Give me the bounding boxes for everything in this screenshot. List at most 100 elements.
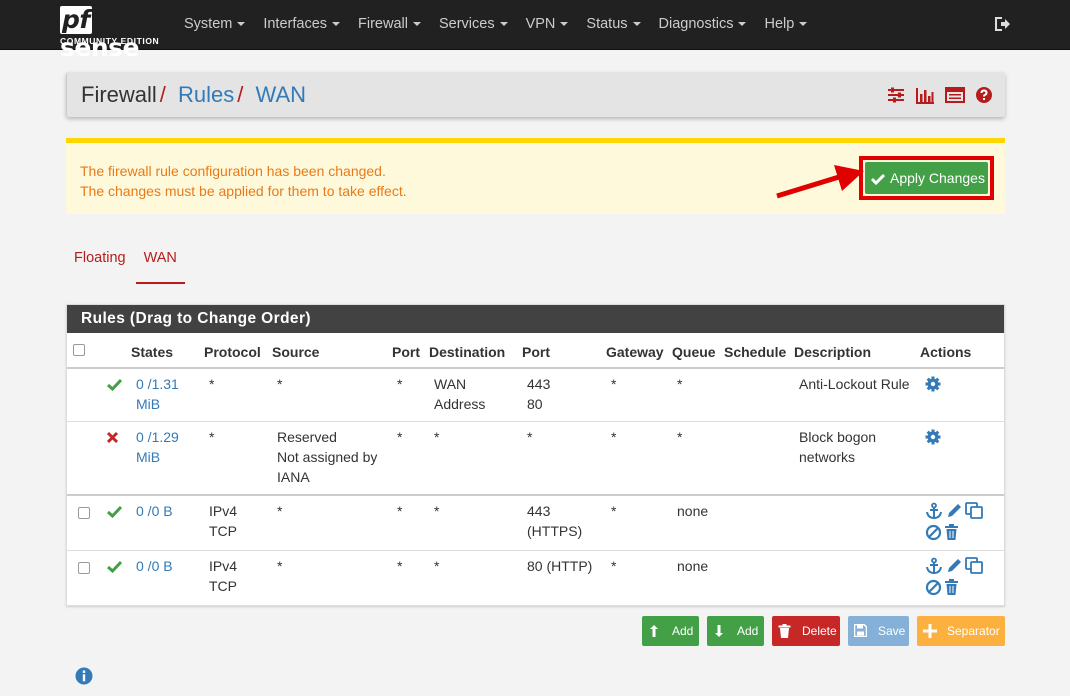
queue-value: * (677, 376, 683, 392)
breadcrumb-wan[interactable]: WAN (256, 82, 307, 107)
menu-status[interactable]: Status (586, 0, 658, 50)
col-source-port: Port (392, 344, 420, 360)
col-source: Source (272, 344, 320, 360)
anchor-icon[interactable] (925, 557, 943, 575)
col-schedule: Schedule (724, 344, 787, 360)
arrow-down-icon (715, 625, 723, 637)
pass-check-icon (107, 560, 122, 573)
breadcrumb-rules[interactable]: Rules (178, 82, 234, 107)
menu-interfaces[interactable]: Interfaces (263, 0, 358, 50)
copy-icon[interactable] (965, 557, 984, 575)
source-port-value: * (397, 376, 403, 392)
states-link[interactable]: 0 /0 B (136, 556, 173, 576)
menu-diagnostics[interactable]: Diagnostics (659, 0, 765, 50)
description-value: networks (799, 449, 856, 465)
logo-edition: COMMUNITY EDITION (60, 36, 160, 46)
check-icon (871, 173, 885, 185)
trash-icon (778, 624, 791, 638)
breadcrumb-separator: / (159, 82, 166, 107)
menu-firewall[interactable]: Firewall (358, 0, 439, 50)
destination-value: * (434, 429, 440, 445)
protocol-value: IPv4 (209, 503, 238, 519)
breadcrumb-panel: Firewall / Rules / WAN (66, 72, 1005, 117)
rules-panel: Rules (Drag to Change Order) States Prot… (66, 304, 1005, 606)
alert-line-1: The firewall rule configuration has been… (80, 163, 386, 179)
states-link[interactable]: MiB (136, 394, 160, 414)
caret-down-icon (332, 22, 341, 27)
interface-tabs: Floating WAN (66, 246, 185, 284)
description-value: Block bogon (799, 429, 877, 445)
pass-check-icon (107, 378, 122, 391)
destination-value: Address (434, 396, 486, 412)
col-destination: Destination (429, 344, 506, 360)
caret-down-icon (412, 22, 421, 27)
states-link[interactable]: 0 /1.31 (136, 374, 179, 394)
floppy-disk-icon (854, 624, 867, 637)
sliders-icon[interactable] (887, 86, 905, 104)
gateway-value: * (611, 558, 617, 574)
col-protocol: Protocol (204, 344, 261, 360)
menu-services[interactable]: Services (439, 0, 526, 50)
menu-system[interactable]: System (184, 0, 263, 50)
logout-icon[interactable] (993, 15, 1011, 33)
add-bottom-button[interactable]: Add (707, 616, 764, 646)
col-description: Description (794, 344, 872, 360)
dest-port-value: (HTTPS) (527, 523, 583, 539)
menu-vpn[interactable]: VPN (526, 0, 587, 50)
gear-icon[interactable] (925, 429, 941, 445)
source-port-value: * (397, 558, 403, 574)
help-icon[interactable] (975, 86, 993, 104)
protocol-value: IPv4 (209, 558, 238, 574)
main-menu: System Interfaces Firewall Services VPN … (184, 0, 825, 50)
pass-check-icon (107, 505, 122, 518)
caret-down-icon (560, 22, 569, 27)
breadcrumb-firewall: Firewall (81, 82, 157, 107)
disable-icon[interactable] (925, 524, 942, 541)
tab-floating[interactable]: Floating (66, 246, 134, 284)
trash-icon[interactable] (944, 579, 959, 596)
states-link[interactable]: MiB (136, 447, 160, 467)
states-link[interactable]: 0 /1.29 (136, 427, 179, 447)
select-all-checkbox[interactable] (73, 344, 85, 356)
copy-icon[interactable] (965, 502, 984, 520)
destination-value: * (434, 503, 440, 519)
source-value: Reserved (277, 429, 337, 445)
source-value: IANA (277, 469, 310, 485)
description-value: Anti-Lockout Rule (799, 376, 910, 392)
anchor-icon[interactable] (925, 502, 943, 520)
list-table-icon[interactable] (945, 86, 965, 104)
gateway-value: * (611, 429, 617, 445)
pencil-edit-icon[interactable] (946, 502, 963, 519)
col-gateway: Gateway (606, 344, 664, 360)
protocol-value: TCP (209, 523, 237, 539)
row-checkbox[interactable] (78, 507, 90, 519)
menu-help[interactable]: Help (764, 0, 825, 50)
info-icon[interactable] (75, 667, 93, 685)
row-checkbox[interactable] (78, 562, 90, 574)
source-value: * (277, 503, 283, 519)
source-value: * (277, 376, 283, 392)
red-arrow-annotation (776, 165, 864, 199)
gear-icon[interactable] (925, 376, 941, 392)
queue-value: none (677, 503, 709, 519)
dest-port-value: 80 (HTTP) (527, 558, 593, 574)
source-value: Not assigned by (277, 449, 378, 465)
disable-icon[interactable] (925, 579, 942, 596)
delete-button[interactable]: Delete (772, 616, 840, 646)
save-button[interactable]: Save (848, 616, 909, 646)
gateway-value: * (611, 503, 617, 519)
tab-wan[interactable]: WAN (135, 246, 185, 284)
apply-changes-button[interactable]: Apply Changes (865, 162, 988, 194)
pencil-edit-icon[interactable] (946, 557, 963, 574)
caret-down-icon (499, 22, 508, 27)
breadcrumb-separator: / (237, 82, 244, 107)
dest-port-value: 443 (527, 503, 551, 519)
states-link[interactable]: 0 /0 B (136, 501, 173, 521)
caret-down-icon (632, 22, 641, 27)
bar-chart-icon[interactable] (915, 86, 935, 104)
add-separator-button[interactable]: Separator (917, 616, 1005, 646)
pfsense-logo[interactable]: pfsense COMMUNITY EDITION (60, 6, 168, 62)
source-port-value: * (397, 429, 403, 445)
add-top-button[interactable]: Add (642, 616, 699, 646)
trash-icon[interactable] (944, 524, 959, 541)
